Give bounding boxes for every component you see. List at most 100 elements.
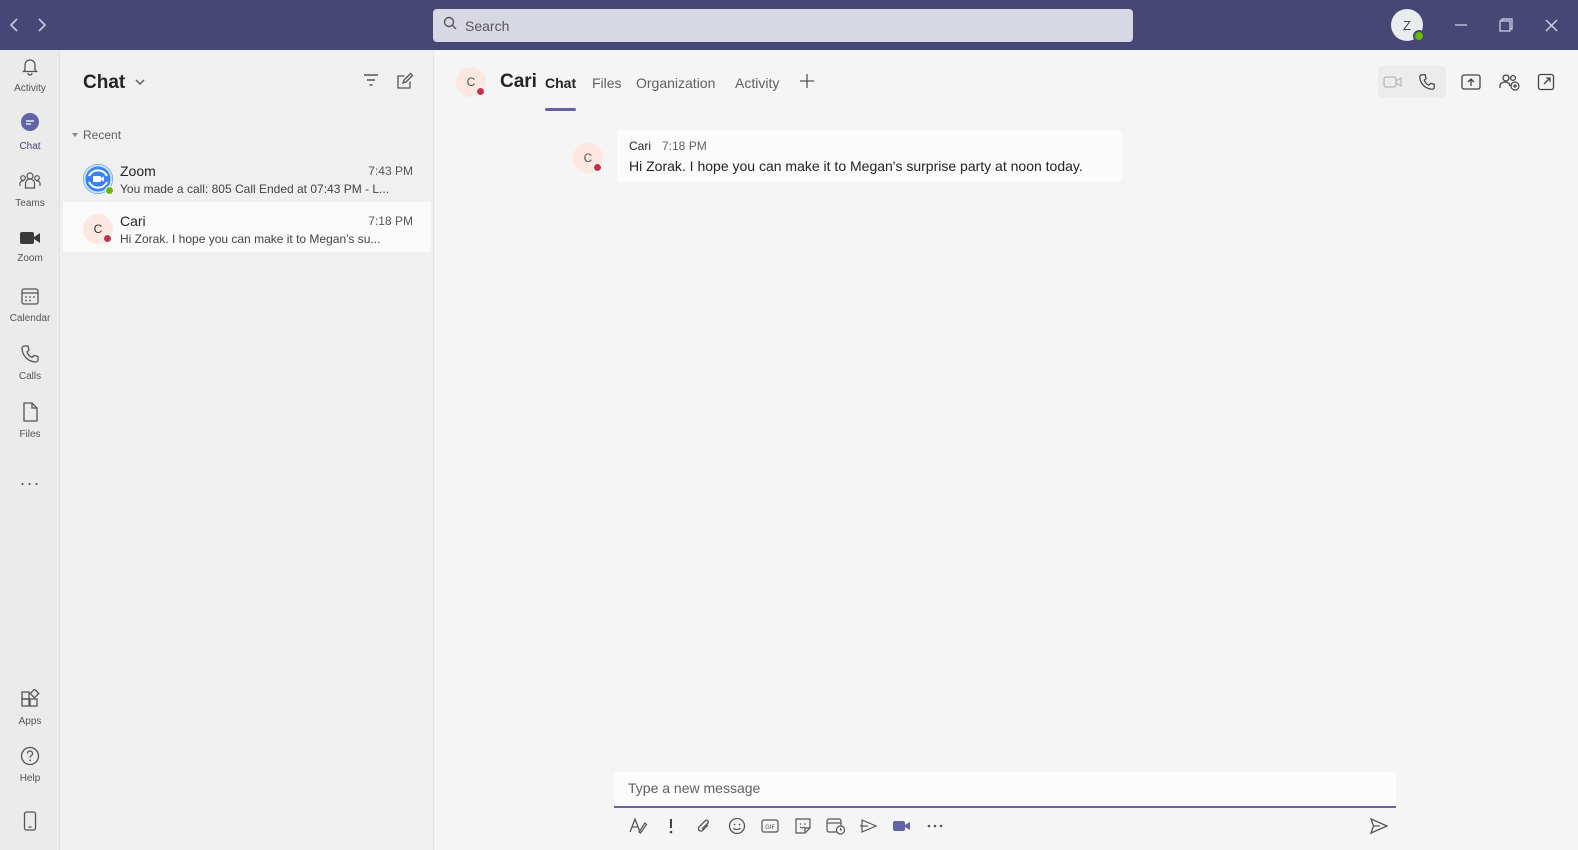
message-input[interactable] [628, 780, 1368, 796]
rail-label: Teams [15, 198, 45, 209]
user-avatar[interactable]: Z [1391, 9, 1425, 42]
rail-label: Files [19, 429, 41, 440]
rail-item-mobile[interactable] [0, 798, 60, 848]
conversation-pane: C Cari Chat Files Organization Activity … [433, 50, 1578, 850]
tab-files[interactable]: Files [592, 75, 622, 91]
search-icon [443, 16, 457, 35]
zoom-logo-icon [83, 164, 114, 195]
file-icon [21, 402, 39, 427]
new-chat-icon[interactable] [396, 72, 414, 95]
calendar-icon [20, 286, 40, 311]
rail-item-teams[interactable]: Teams [0, 165, 60, 215]
presence-busy-icon [476, 87, 485, 96]
message-composer [614, 772, 1396, 808]
rail-label: Calls [18, 371, 42, 382]
schedule-meeting-icon[interactable] [824, 815, 848, 837]
contact-initial: C [466, 75, 476, 89]
rail-item-apps[interactable]: Apps [0, 683, 60, 733]
back-arrow-icon[interactable] [2, 13, 26, 37]
sticker-icon[interactable] [791, 815, 815, 837]
attach-icon[interactable] [692, 815, 716, 837]
chat-list-pane: Chat Recent Zoom 7:43 PM You made a call… [61, 50, 433, 850]
important-icon[interactable] [659, 815, 683, 837]
mobile-device-icon [23, 810, 37, 836]
apps-icon [20, 688, 40, 714]
more-apps-icon[interactable]: ··· [0, 473, 60, 494]
contact-avatar[interactable]: C [456, 67, 486, 97]
rail-label: Apps [18, 716, 42, 727]
help-icon [20, 746, 40, 771]
stream-icon[interactable] [857, 815, 881, 837]
zoom-meeting-icon[interactable] [890, 815, 914, 837]
tab-organization[interactable]: Organization [636, 75, 715, 91]
chat-bubble-icon [19, 112, 41, 139]
minimize-icon[interactable] [1448, 12, 1474, 38]
chevron-down-icon[interactable] [134, 75, 146, 93]
phone-icon [20, 344, 40, 369]
more-options-icon[interactable] [923, 815, 947, 837]
chat-item-preview: Hi Zorak. I hope you can make it to Mega… [120, 232, 381, 246]
presence-busy-icon [593, 163, 602, 172]
rail-item-chat[interactable]: Chat [0, 107, 60, 157]
svg-text:GIF: GIF [765, 824, 775, 831]
presence-busy-icon [103, 234, 112, 243]
send-icon[interactable] [1367, 815, 1391, 837]
bell-icon [20, 56, 40, 81]
close-icon[interactable] [1538, 12, 1564, 38]
message-author: Cari [629, 139, 652, 153]
share-screen-icon[interactable] [1457, 70, 1485, 94]
chat-item-time: 7:43 PM [368, 164, 413, 178]
active-tab-indicator [545, 108, 576, 111]
rail-label: Zoom [17, 253, 43, 264]
chat-item-time: 7:18 PM [368, 214, 413, 228]
caret-down-icon [72, 133, 78, 137]
rail-item-calendar[interactable]: Calendar [0, 280, 60, 330]
format-icon[interactable] [626, 815, 650, 837]
user-initial: Z [1403, 17, 1411, 33]
video-call-icon[interactable] [1379, 70, 1407, 94]
message-time: 7:18 PM [662, 139, 707, 153]
recent-label: Recent [83, 128, 122, 142]
rail-item-calls[interactable]: Calls [0, 338, 60, 388]
search-placeholder: Search [465, 17, 510, 34]
chat-item-preview: You made a call: 805 Call Ended at 07:43… [120, 182, 390, 196]
message-bubble[interactable]: Cari 7:18 PM Hi Zorak. I hope you can ma… [617, 130, 1122, 182]
message-text: Hi Zorak. I hope you can make it to Mega… [629, 158, 1083, 174]
recent-section-header[interactable]: Recent [71, 128, 121, 142]
presence-available-icon [1413, 30, 1425, 42]
pop-out-icon[interactable] [1532, 70, 1560, 94]
chat-list-title[interactable]: Chat [83, 72, 125, 94]
rail-label: Chat [19, 141, 41, 152]
rail-item-zoom[interactable]: Zoom [0, 222, 60, 272]
presence-available-icon [105, 186, 114, 195]
chat-item-name: Zoom [120, 163, 156, 179]
audio-call-icon[interactable] [1413, 70, 1441, 94]
avatar-initial: C [583, 151, 593, 165]
message-avatar[interactable]: C [573, 143, 603, 173]
rail-item-help[interactable]: Help [0, 740, 60, 790]
gif-icon[interactable]: GIF [758, 815, 782, 837]
forward-arrow-icon[interactable] [30, 13, 54, 37]
rail-item-activity[interactable]: Activity [0, 50, 60, 100]
rail-label: Activity [14, 83, 46, 94]
rail-label: Calendar [9, 313, 51, 324]
tab-activity[interactable]: Activity [735, 75, 779, 91]
rail-item-files[interactable]: Files [0, 396, 60, 446]
avatar-initial: C [93, 222, 103, 236]
add-people-icon[interactable] [1495, 70, 1523, 94]
tab-chat[interactable]: Chat [545, 75, 576, 91]
emoji-icon[interactable] [725, 815, 749, 837]
restore-icon[interactable] [1493, 12, 1519, 38]
avatar: C [83, 214, 113, 244]
contact-name: Cari [500, 71, 537, 92]
teams-icon [19, 171, 41, 196]
rail-label: Help [19, 773, 41, 784]
add-tab-icon[interactable] [798, 72, 816, 95]
chat-list-item-zoom[interactable]: Zoom 7:43 PM You made a call: 805 Call E… [63, 152, 431, 202]
app-rail: Activity Chat Teams Zoom Calendar Calls [0, 50, 60, 850]
filter-icon[interactable] [362, 72, 380, 93]
video-camera-icon [19, 230, 41, 251]
chat-list-item-cari[interactable]: C Cari 7:18 PM Hi Zorak. I hope you can … [63, 202, 431, 252]
search-bar[interactable]: Search [433, 9, 1133, 42]
title-bar: Search Z [0, 0, 1578, 50]
